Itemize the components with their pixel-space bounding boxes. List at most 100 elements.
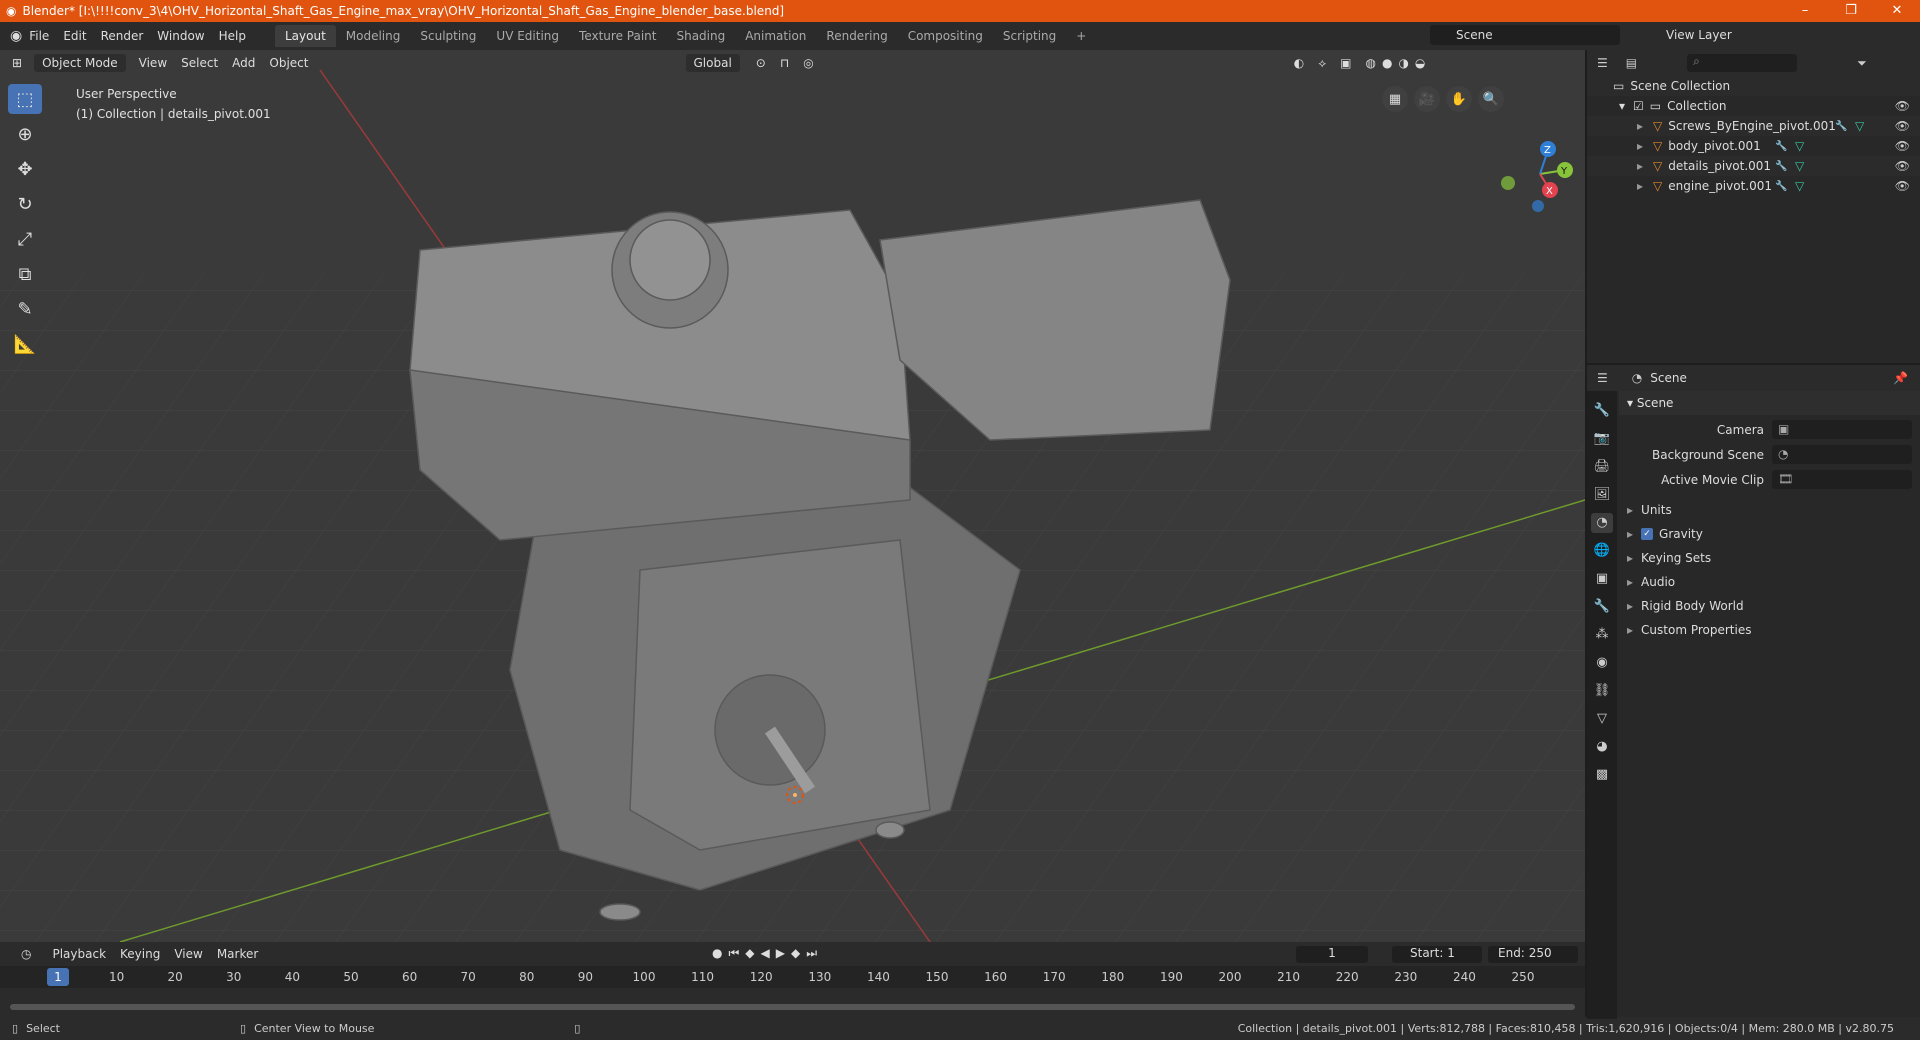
tab-+[interactable]: +: [1066, 25, 1096, 47]
collapse-arrow-icon[interactable]: ▾: [1619, 99, 1625, 113]
eye-icon[interactable]: 👁: [1895, 99, 1910, 113]
tab-scripting[interactable]: Scripting: [993, 25, 1066, 47]
eye-icon[interactable]: 👁: [1895, 119, 1910, 133]
viewport-menu-view[interactable]: View: [132, 56, 174, 70]
tab-sculpting[interactable]: Sculpting: [410, 25, 486, 47]
timeline-menu-marker[interactable]: Marker: [210, 947, 265, 961]
menu-edit[interactable]: Edit: [56, 29, 93, 43]
scene-panel-header[interactable]: ▾ Scene: [1619, 391, 1920, 415]
expand-arrow-icon[interactable]: ▸: [1627, 575, 1633, 589]
eye-icon[interactable]: 👁: [1895, 179, 1910, 193]
menu-help[interactable]: Help: [212, 29, 253, 43]
tab-modeling[interactable]: Modeling: [336, 25, 411, 47]
section-custom-properties[interactable]: ▸ Custom Properties: [1619, 618, 1920, 642]
display-mode-icon[interactable]: ▤: [1626, 56, 1637, 70]
shading-solid-icon[interactable]: ●: [1382, 56, 1392, 70]
jump-start-icon[interactable]: ⏮: [728, 946, 739, 961]
start-frame-field[interactable]: Start: 1: [1392, 946, 1482, 963]
menu-window[interactable]: Window: [150, 29, 211, 43]
modifier-tab-icon[interactable]: 🔧: [1591, 597, 1613, 617]
shading-material-icon[interactable]: ◑: [1398, 56, 1408, 70]
timeline-menu-view[interactable]: View: [167, 947, 209, 961]
modifier-icon[interactable]: 🔧: [1775, 141, 1787, 152]
scene-tab-icon[interactable]: ◔: [1591, 513, 1613, 533]
modifier-icon[interactable]: 🔧: [1775, 161, 1787, 172]
view-layer-tab-icon[interactable]: 🖼: [1591, 485, 1613, 505]
snap-icon[interactable]: ⊓: [780, 56, 789, 70]
pan-hand-icon[interactable]: ✋: [1446, 86, 1472, 112]
viewport-menu-object[interactable]: Object: [262, 56, 315, 70]
current-frame-field[interactable]: 1: [1296, 946, 1368, 963]
section-units[interactable]: ▸ Units: [1619, 498, 1920, 522]
object-tab-icon[interactable]: ▣: [1591, 569, 1613, 589]
pivot-point-icon[interactable]: ⊙: [756, 56, 766, 70]
material-tab-icon[interactable]: ◕: [1591, 737, 1613, 757]
close-button[interactable]: ✕: [1874, 0, 1920, 22]
checkbox-icon[interactable]: ☑: [1633, 99, 1644, 113]
expand-arrow-icon[interactable]: ▸: [1627, 503, 1633, 517]
move-tool-icon[interactable]: ✥: [8, 154, 42, 184]
scale-tool-icon[interactable]: ⤢: [8, 224, 42, 254]
tab-texture-paint[interactable]: Texture Paint: [569, 25, 666, 47]
3d-viewport[interactable]: Y Z X ⊞ Object Mode View Select Add Object …: [0, 50, 1585, 942]
background-scene-field[interactable]: ◔: [1772, 445, 1912, 464]
viewport-menu-add[interactable]: Add: [225, 56, 262, 70]
outliner-object-row[interactable]: ▸ ▽ Screws_ByEngine_pivot.001 🔧 ▽ 👁: [1587, 116, 1920, 136]
tab-uv-editing[interactable]: UV Editing: [486, 25, 569, 47]
object-mode-dropdown[interactable]: Object Mode: [34, 54, 126, 72]
menu-file[interactable]: File: [22, 29, 56, 43]
section-gravity[interactable]: ▸ ✓ Gravity: [1619, 522, 1920, 546]
overlays-icon[interactable]: ◐: [1294, 56, 1304, 70]
camera-view-icon[interactable]: 🎥: [1414, 86, 1440, 112]
blender-menu-icon[interactable]: ◉: [10, 28, 22, 44]
constraints-tab-icon[interactable]: ⛓: [1591, 681, 1613, 701]
tool-tab-icon[interactable]: 🔧: [1591, 401, 1613, 421]
grid-view-icon[interactable]: ▦: [1382, 86, 1408, 112]
measure-tool-icon[interactable]: 📐: [8, 329, 42, 359]
expand-arrow-icon[interactable]: ▸: [1637, 179, 1643, 193]
current-frame-marker[interactable]: 1: [47, 968, 69, 986]
gravity-checkbox[interactable]: ✓: [1641, 528, 1654, 540]
timeline-menu-keying[interactable]: Keying: [113, 947, 167, 961]
proportional-edit-icon[interactable]: ◎: [803, 56, 813, 70]
modifier-icon[interactable]: 🔧: [1835, 121, 1847, 132]
viewport-canvas[interactable]: Y Z X: [0, 50, 1585, 942]
output-tab-icon[interactable]: 🖨: [1591, 457, 1613, 477]
world-tab-icon[interactable]: 🌐: [1591, 541, 1613, 561]
render-tab-icon[interactable]: 📷: [1591, 429, 1613, 449]
transform-orientation-dropdown[interactable]: Global: [685, 54, 740, 72]
zoom-icon[interactable]: 🔍: [1478, 86, 1504, 112]
maximize-button[interactable]: ❐: [1828, 0, 1874, 22]
outliner-object-row[interactable]: ▸ ▽ details_pivot.001 🔧 ▽ 👁: [1587, 156, 1920, 176]
expand-arrow-icon[interactable]: ▸: [1627, 623, 1633, 637]
scene-collection-row[interactable]: ▭ Scene Collection: [1587, 76, 1920, 96]
expand-arrow-icon[interactable]: ▸: [1637, 159, 1643, 173]
collection-row[interactable]: ▾ ☑ ▭ Collection 👁: [1587, 96, 1920, 116]
cursor-tool-icon[interactable]: ⊕: [8, 119, 42, 149]
timeline-menu-playback[interactable]: Playback: [45, 947, 113, 961]
shading-rendered-icon[interactable]: ◒: [1415, 56, 1425, 70]
properties-editor-icon[interactable]: ☰: [1597, 371, 1608, 385]
eye-icon[interactable]: 👁: [1895, 139, 1910, 153]
section-keying-sets[interactable]: ▸ Keying Sets: [1619, 546, 1920, 570]
annotate-tool-icon[interactable]: ✎: [8, 294, 42, 324]
outliner-search-input[interactable]: ⌕: [1687, 54, 1798, 72]
texture-tab-icon[interactable]: ▩: [1591, 765, 1613, 785]
menu-render[interactable]: Render: [94, 29, 151, 43]
prev-keyframe-icon[interactable]: ◆: [745, 946, 754, 961]
tab-layout[interactable]: Layout: [274, 25, 336, 47]
tab-rendering[interactable]: Rendering: [816, 25, 897, 47]
data-tab-icon[interactable]: ▽: [1591, 709, 1613, 729]
section-audio[interactable]: ▸ Audio: [1619, 570, 1920, 594]
select-box-tool-icon[interactable]: ⬚: [8, 84, 42, 114]
mesh-data-icon[interactable]: ▽: [1795, 179, 1804, 193]
end-frame-field[interactable]: End: 250: [1488, 946, 1578, 963]
movie-clip-field[interactable]: 🎞: [1772, 470, 1912, 489]
camera-field[interactable]: ▣: [1772, 420, 1912, 439]
outliner-object-row[interactable]: ▸ ▽ engine_pivot.001 🔧 ▽ 👁: [1587, 176, 1920, 196]
expand-arrow-icon[interactable]: ▸: [1637, 139, 1643, 153]
expand-arrow-icon[interactable]: ▸: [1637, 119, 1643, 133]
rotate-tool-icon[interactable]: ↻: [8, 189, 42, 219]
editor-type-icon[interactable]: ⊞: [12, 56, 22, 70]
shading-wireframe-icon[interactable]: ◍: [1365, 56, 1375, 70]
